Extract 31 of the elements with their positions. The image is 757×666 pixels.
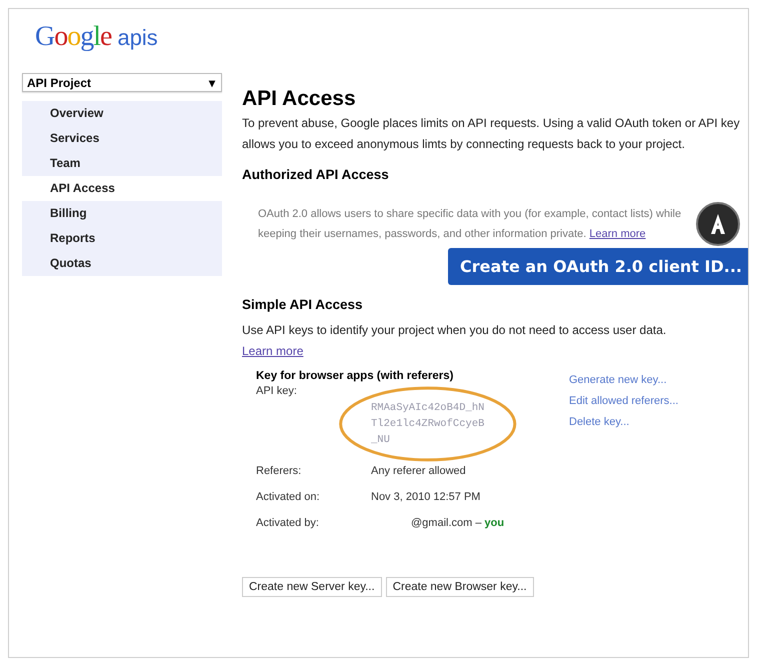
field-label: Referers:: [256, 465, 302, 479]
page-title: API Access: [242, 87, 357, 111]
project-dropdown[interactable]: API Project ▾: [22, 73, 222, 92]
field-label: API key:: [256, 385, 298, 399]
field-value: Any referer allowed: [371, 465, 467, 479]
key-heading: Key for browser apps (with referers): [256, 370, 454, 382]
activated-by-value: @gmail.com – you: [411, 517, 504, 529]
learn-more-link[interactable]: Learn more: [589, 228, 646, 240]
learn-more-link[interactable]: Learn more: [242, 344, 304, 358]
oauth-description: OAuth 2.0 allows users to share specific data with you (for example, contact lists) while keeping their usernames, passwords, and other information private. Learn more: [258, 207, 682, 242]
sidebar-item[interactable]: Services: [22, 126, 222, 151]
logo: Google apis: [34, 20, 159, 54]
intro-text: To prevent abuse, Google places limits on API requests. Using a valid OAuth token or API key allows you to exceed anonymous limts by connecting requests back to your project.: [242, 115, 741, 153]
create-key-button[interactable]: Create new Browser key...: [386, 577, 534, 597]
key-action-link[interactable]: Generate new key...: [569, 374, 678, 386]
section-heading: Authorized API Access: [242, 167, 390, 182]
simple-access-description: Use API keys to identify your project when you do not need to access user data. Learn more: [242, 322, 668, 360]
sidebar-item[interactable]: Billing: [22, 201, 222, 226]
field-label: Activated on:: [256, 491, 321, 505]
key-action-link[interactable]: Delete key...: [569, 416, 678, 428]
create-client-id-button[interactable]: Create an OAuth 2.0 client ID...: [448, 248, 748, 285]
sidebar-item[interactable]: Reports: [22, 226, 222, 251]
api-key-value: RMAaSyAIc42oB4D_hN Tl2e1lc4ZRwofCcyeB _NU: [371, 401, 484, 448]
field-label: Activated by:: [256, 517, 320, 531]
section-heading: Simple API Access: [242, 297, 364, 312]
sidebar-item[interactable]: Quotas: [22, 251, 222, 276]
sidebar-item[interactable]: Team: [22, 151, 222, 176]
sidebar-item[interactable]: Overview: [22, 101, 222, 126]
key-action-link[interactable]: Edit allowed referers...: [569, 395, 678, 407]
create-key-button[interactable]: Create new Server key...: [242, 577, 382, 597]
field-value: Nov 3, 2010 12:57 PM: [371, 491, 482, 505]
